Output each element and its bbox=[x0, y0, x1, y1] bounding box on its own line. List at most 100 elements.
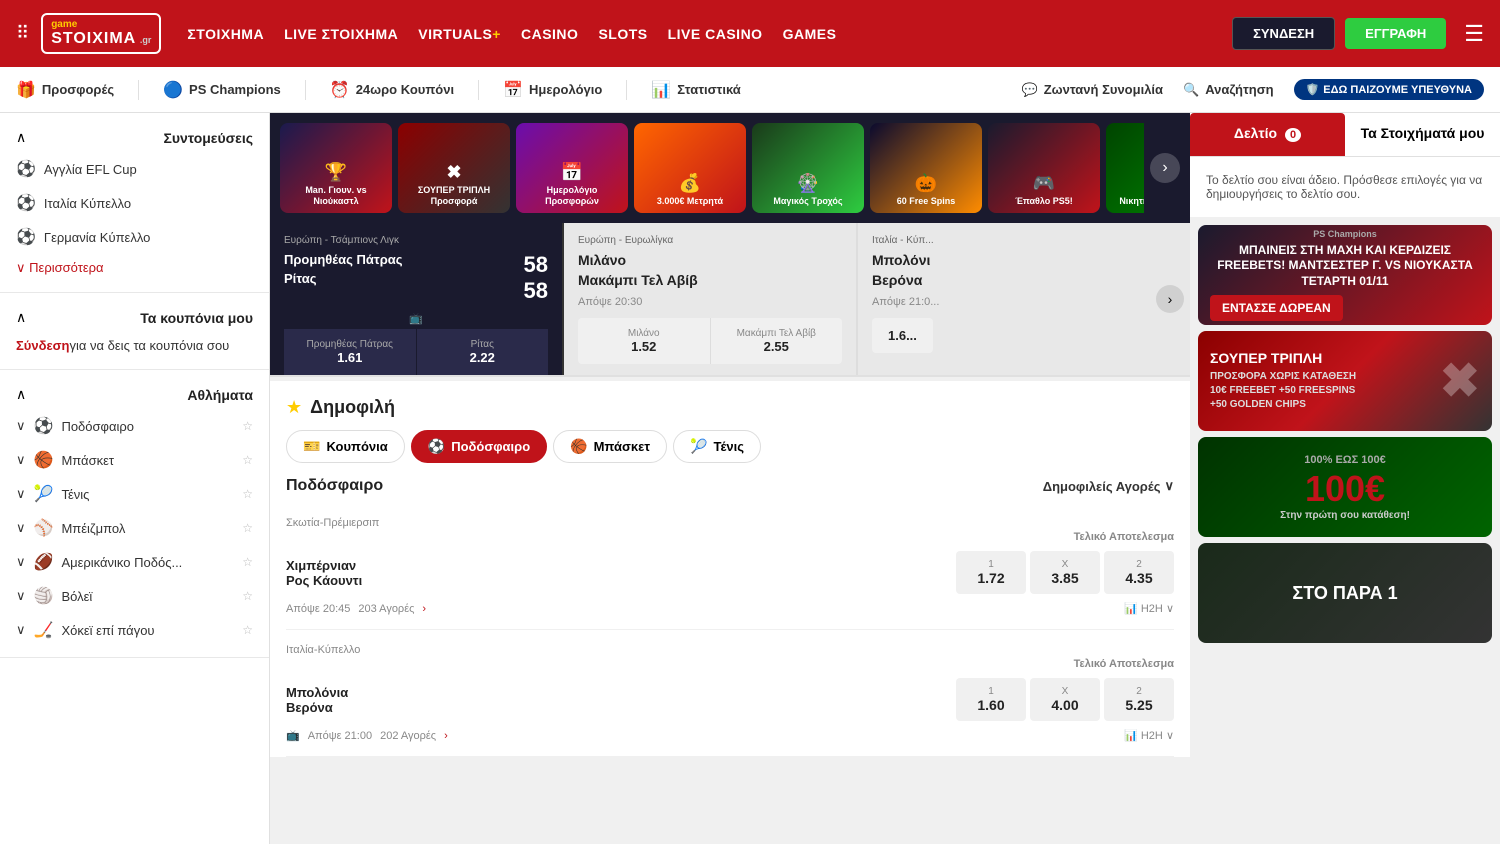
promo-card-3000e[interactable]: 💰 3.000€ Μετρητά bbox=[634, 123, 746, 213]
logo[interactable]: game STOIXIMA .gr bbox=[41, 13, 161, 54]
nav-24h-coupon[interactable]: ⏰ 24ωρο Κουπόνι bbox=[330, 80, 454, 100]
betslip-tab-label: Δελτίο bbox=[1234, 125, 1277, 141]
sidebar-item-football[interactable]: ∨ ⚽ Ποδόσφαιρο ☆ bbox=[0, 409, 269, 443]
live-match-3-odds-row: 1.6... bbox=[872, 318, 1136, 353]
live-match-1-odd-1[interactable]: Προμηθέας Πάτρας 1.61 bbox=[284, 329, 417, 375]
tab-football[interactable]: ⚽ Ποδόσφαιρο bbox=[411, 430, 547, 463]
right-promo-super-tripla-content: ΣΟΥΠΕΡ ΤΡΙΠΛΗ ΠΡΟΣΦΟΡΑ ΧΩΡΙΣ ΚΑΤΑΘΕΣΗ10€… bbox=[1198, 331, 1492, 431]
ps-champs-enter-button[interactable]: ΕΝΤΑΣΣΕ ΔΩΡΕΑΝ bbox=[1210, 295, 1343, 321]
login-button[interactable]: ΣΥΝΔΕΣΗ bbox=[1232, 17, 1335, 50]
nav-statistics[interactable]: 📊 Στατιστικά bbox=[651, 80, 740, 100]
chevron-icon-football: ∨ bbox=[16, 418, 26, 434]
match-group-italy: Ιταλία-Κύπελλο Τελικό Αποτελεσμα Μπολόνι… bbox=[286, 630, 1174, 757]
carousel-next-button[interactable]: › bbox=[1150, 153, 1180, 183]
sidebar-item-american-football[interactable]: ∨ 🏈 Αμερικάνικο Ποδός... ☆ bbox=[0, 545, 269, 579]
right-promo-ps-champs[interactable]: PS Champions ΜΠΑΙΝΕΙΣ ΣΤΗ ΜΑΧΗ ΚΑΙ ΚΕΡΔΙ… bbox=[1198, 225, 1492, 325]
odd-value-2: 4.35 bbox=[1125, 570, 1152, 586]
sidebar-item-volleyball[interactable]: ∨ 🏐 Βόλεϊ ☆ bbox=[0, 579, 269, 613]
live-match-2-odd-1[interactable]: Μιλάνο 1.52 bbox=[578, 318, 711, 364]
markets-chevron-scotland[interactable]: › bbox=[422, 603, 426, 615]
super-tripla-right-title: ΣΟΥΠΕΡ ΤΡΙΠΛΗ bbox=[1210, 350, 1440, 366]
para1-title: ΣΤΟ ΠΑΡΑ 1 bbox=[1292, 583, 1397, 604]
chevron-icon-hockey: ∨ bbox=[16, 622, 26, 638]
sidebar-item-italy-cup[interactable]: ⚽ Ιταλία Κύπελλο bbox=[0, 186, 269, 220]
sidebar-item-baseball[interactable]: ∨ ⚾ Μπέιζμπολ ☆ bbox=[0, 511, 269, 545]
nav-slots[interactable]: SLOTS bbox=[592, 22, 653, 46]
promo-card-week-winner[interactable]: 🏅 Νικητής Εβδομάδας bbox=[1106, 123, 1144, 213]
more-markets-italy[interactable]: 202 Αγορές bbox=[380, 730, 436, 742]
right-promo-para1[interactable]: ΣΤΟ ΠΑΡΑ 1 bbox=[1198, 543, 1492, 643]
odds-header-2: Τελικό Αποτελεσμα bbox=[286, 658, 1174, 670]
h2h-label-scotland[interactable]: H2H bbox=[1141, 603, 1163, 615]
popular-markets-text: Δημοφιλείς Αγορές bbox=[1043, 479, 1161, 494]
sports-header[interactable]: ∧ Αθλήματα bbox=[0, 380, 269, 409]
bet-odd-2-italy[interactable]: 2 5.25 bbox=[1104, 678, 1174, 721]
my-bets-tab[interactable]: Τα Στοιχήματά μου bbox=[1345, 113, 1500, 156]
bet-odd-2-scotland[interactable]: 2 4.35 bbox=[1104, 551, 1174, 594]
h2h-label-italy[interactable]: H2H bbox=[1141, 730, 1163, 742]
nav-virtuals[interactable]: VIRTUALS+ bbox=[412, 22, 507, 46]
coupon-24h-icon: ⏰ bbox=[330, 80, 350, 100]
more-markets-scotland[interactable]: 203 Αγορές bbox=[358, 603, 414, 615]
right-promo-super-tripla[interactable]: ΣΟΥΠΕΡ ΤΡΙΠΛΗ ΠΡΟΣΦΟΡΑ ΧΩΡΙΣ ΚΑΤΑΘΕΣΗ10€… bbox=[1198, 331, 1492, 431]
nav-offers[interactable]: 🎁 Προσφορές bbox=[16, 80, 114, 100]
sport-section-name: Ποδόσφαιρο bbox=[286, 477, 383, 495]
search-label: Αναζήτηση bbox=[1205, 82, 1273, 97]
match-datetime-scotland: Απόψε 20:45 bbox=[286, 603, 350, 615]
coupons-login-link[interactable]: Σύνδεση bbox=[16, 338, 70, 353]
popular-markets-dropdown[interactable]: Δημοφιλείς Αγορές ∨ bbox=[1043, 478, 1174, 494]
american-football-label: Αμερικάνικο Ποδός... bbox=[61, 555, 182, 570]
sidebar-item-germany-cup[interactable]: ⚽ Γερμανία Κύπελλο bbox=[0, 220, 269, 254]
tab-basketball[interactable]: 🏀 Μπάσκετ bbox=[553, 430, 667, 463]
markets-chevron-italy[interactable]: › bbox=[444, 730, 448, 742]
betslip-tab[interactable]: Δελτίο 0 bbox=[1190, 113, 1345, 156]
shortcuts-header[interactable]: ∧ Συντομεύσεις bbox=[0, 123, 269, 152]
bet-odd-1-italy[interactable]: 1 1.60 bbox=[956, 678, 1026, 721]
sidebar-item-tennis[interactable]: ∨ 🎾 Τένις ☆ bbox=[0, 477, 269, 511]
shortcuts-more[interactable]: ∨ Περισσότερα bbox=[0, 254, 269, 282]
sidebar-item-basketball[interactable]: ∨ 🏀 Μπάσκετ ☆ bbox=[0, 443, 269, 477]
nav-live-stoixima[interactable]: LIVE ΣΤΟΙΧΗΜΑ bbox=[278, 22, 404, 46]
ps-champs-right-subtitle: PS Champions bbox=[1210, 229, 1480, 239]
nav-casino[interactable]: CASINO bbox=[515, 22, 584, 46]
nav-calendar[interactable]: 📅 Ημερολόγιο bbox=[503, 80, 602, 100]
live-match-1-odd-2[interactable]: Ρίτας 2.22 bbox=[417, 329, 549, 375]
right-promo-100percent[interactable]: 100% ΕΩΣ 100€ 100€ Στην πρώτη σου κατάθε… bbox=[1198, 437, 1492, 537]
bet-odd-x-italy[interactable]: Χ 4.00 bbox=[1030, 678, 1100, 721]
promo-card-ps5[interactable]: 🎮 Έπαθλο PS5! bbox=[988, 123, 1100, 213]
my-coupons-header[interactable]: ∧ Τα κουπόνια μου bbox=[0, 303, 269, 332]
promo-card-offers-calendar[interactable]: 📅 Ημερολόγιο Προσφορών bbox=[516, 123, 628, 213]
sidebar-item-england-efl[interactable]: ⚽ Αγγλία EFL Cup bbox=[0, 152, 269, 186]
bet-odd-1-scotland[interactable]: 1 1.72 bbox=[956, 551, 1026, 594]
ps-champions-label: PS Champions bbox=[189, 82, 281, 97]
right-promo-ps-champs-content: PS Champions ΜΠΑΙΝΕΙΣ ΣΤΗ ΜΑΧΗ ΚΑΙ ΚΕΡΔΙ… bbox=[1198, 225, 1492, 325]
nav-games[interactable]: GAMES bbox=[777, 22, 843, 46]
hamburger-icon[interactable]: ☰ bbox=[1464, 21, 1484, 47]
nav-ps-champions[interactable]: 🔵 PS Champions bbox=[163, 80, 281, 100]
live-next-arrow[interactable]: › bbox=[1156, 285, 1184, 313]
live-match-3-odd-1[interactable]: 1.6... bbox=[872, 318, 933, 353]
promo-card-magic-wheel[interactable]: 🎡 Μαγικός Τροχός bbox=[752, 123, 864, 213]
tab-coupons[interactable]: 🎫 Κουπόνια bbox=[286, 430, 405, 463]
grid-icon[interactable]: ⠿ bbox=[16, 23, 29, 44]
bet-row-italy: Μπολόνια Βερόνα 1 1.60 Χ 4.00 2 bbox=[286, 672, 1174, 727]
register-button[interactable]: ΕΓΓΡΑΦΗ bbox=[1345, 18, 1446, 49]
betslip-badge: 0 bbox=[1285, 128, 1301, 142]
promo-card-super-tripla[interactable]: ✖ ΣΟΥΠΕΡ ΤΡΙΠΛΗ Προσφορά bbox=[398, 123, 510, 213]
tv-icon-italy: 📺 bbox=[286, 729, 300, 742]
live-match-3: Ιταλία - Κύπ... Μπολόνι Βερόνα Απόψε 21:… bbox=[858, 223, 1150, 375]
bet-odd-x-scotland[interactable]: Χ 3.85 bbox=[1030, 551, 1100, 594]
promo-card-free-spins[interactable]: 🎃 60 Free Spins bbox=[870, 123, 982, 213]
promo-card-ps-champions[interactable]: 🏆 Man. Γιουν. vs Νιούκαστλ bbox=[280, 123, 392, 213]
live-chat-button[interactable]: 💬 Ζωντανή Συνομιλία bbox=[1022, 82, 1164, 98]
sidebar-item-hockey[interactable]: ∨ 🏒 Χόκεϊ επί πάγου ☆ bbox=[0, 613, 269, 647]
nav-live-casino[interactable]: LIVE CASINO bbox=[662, 22, 769, 46]
offers-calendar-card-label: Ημερολόγιο Προσφορών bbox=[522, 185, 622, 207]
chevron-icon-baseball: ∨ bbox=[16, 520, 26, 536]
live-match-2-odd-2[interactable]: Μακάμπι Τελ Αβίβ 2.55 bbox=[711, 318, 843, 364]
responsible-gaming-badge[interactable]: 🛡️ ΕΔΩ ΠΑΙΖΟΥΜΕ ΥΠΕΥΘΥΝΑ bbox=[1294, 79, 1484, 100]
offers-calendar-card-icon: 📅 bbox=[561, 162, 583, 183]
search-button[interactable]: 🔍 Αναζήτηση bbox=[1183, 82, 1274, 98]
nav-stoixima[interactable]: ΣΤΟΙΧΗΜΑ bbox=[181, 22, 270, 46]
tab-tennis[interactable]: 🎾 Τένις bbox=[673, 430, 761, 463]
